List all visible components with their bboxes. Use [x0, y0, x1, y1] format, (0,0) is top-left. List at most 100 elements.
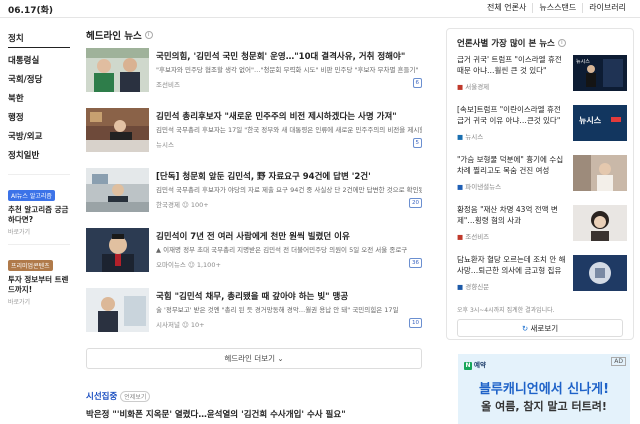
most-viewed-thumbnail[interactable]: 뉴시스	[573, 105, 627, 141]
reaction-count: 100+	[190, 201, 209, 209]
promo-tag: 프리미엄콘텐츠	[8, 260, 53, 271]
most-viewed-source-name[interactable]: 파이낸셜뉴스	[465, 183, 501, 191]
most-viewed-source[interactable]: ■ 서울경제	[457, 81, 489, 91]
news-summary: "후보자와 민주당 협조할 생각 없어"…"청문회 무력화 시도" 비판 민주당…	[156, 66, 419, 74]
news-thumbnail[interactable]	[86, 48, 149, 92]
news-title[interactable]: 김민석 총리후보자 "새로운 민주주의 비전 제시하겠다는 사명 가져"	[156, 110, 422, 122]
focus-section-title: 시선집중 언제보기	[86, 390, 151, 402]
reaction-icon: ☺	[182, 201, 189, 209]
all-press-link[interactable]: 전체 언론사	[481, 3, 532, 13]
focus-news-title[interactable]: 박은정 "'비화폰 지옥문' 열렸다…윤석열의 '김건희 수사개입' 수사 필요…	[86, 408, 346, 420]
nav-item-general[interactable]: 정치일반	[8, 147, 70, 166]
most-viewed-thumbnail[interactable]	[573, 255, 627, 291]
focus-badge[interactable]: 언제보기	[120, 391, 151, 402]
news-item[interactable]: 국힘 "김민석 채무, 총리됐을 때 갚아야 하는 빚" 맹공 술 '정무보고'…	[86, 288, 422, 334]
nav-item-assembly[interactable]: 국회/정당	[8, 71, 70, 90]
most-viewed-item[interactable]: "가슴 보형물 덕분에" 흉기에 수십 차례 찔리고도 목숨 건진 여성 ■ 파…	[457, 155, 627, 195]
info-icon[interactable]: i	[557, 39, 566, 47]
library-link[interactable]: 라이브러리	[582, 3, 632, 13]
most-viewed-headline[interactable]: "가슴 보형물 덕분에" 흉기에 수십 차례 찔리고도 목숨 건진 여성	[457, 155, 567, 176]
reaction-icon: ☺	[182, 321, 189, 329]
most-viewed-headline[interactable]: [속보]트럼프 "이란이스라엘 휴전 급거 귀국 이유 아냐…큰것 있다"	[457, 105, 567, 126]
news-title[interactable]: [단독] 청문회 앞둔 김민석, 野 자료요구 94건에 답변 '2건'	[156, 170, 422, 182]
headline-title: 헤드라인 뉴스 i	[86, 28, 422, 42]
headline-more-button[interactable]: 헤드라인 더보기 ⌄	[86, 348, 422, 369]
most-viewed-item[interactable]: 황정음 "재산 차명 43억 전액 변제"…횡령 혐의 사과 ■ 조선비즈	[457, 205, 627, 245]
news-source[interactable]: 조선비즈	[156, 79, 180, 89]
most-viewed-source[interactable]: ■ 조선비즈	[457, 231, 489, 241]
news-summary: 김민석 국무총리 후보자는 17일 "한국 정부와 새 대통령은 인류에 새로운…	[156, 126, 422, 134]
press-logo-icon: ■	[457, 183, 464, 191]
most-viewed-source[interactable]: ■ 경향신문	[457, 281, 489, 291]
reaction-count: 10+	[190, 321, 205, 329]
thumb-caption: 뉴시스	[576, 59, 590, 65]
headline-more-label: 헤드라인 더보기	[224, 354, 275, 363]
most-viewed-source[interactable]: ■ 파이낸셜뉴스	[457, 181, 501, 191]
news-title[interactable]: 김민석이 7년 전 여러 사람에게 천만 원씩 빌렸던 이유	[156, 230, 422, 242]
nav-item-politics[interactable]: 정치	[8, 30, 70, 48]
news-title[interactable]: 국힘 "김민석 채무, 총리됐을 때 갚아야 하는 빚" 맹공	[156, 290, 422, 302]
newsstand-link[interactable]: 뉴스스탠드	[532, 3, 582, 13]
most-viewed-item[interactable]: 급거 귀국' 트럼프 "이스라엘 휴전 때문 아냐…훨씬 큰 것 있다" ■ 서…	[457, 55, 627, 95]
most-viewed-source-name[interactable]: 조선비즈	[465, 233, 489, 241]
promo-title: 추천 알고리즘 궁금하다면?	[8, 205, 69, 224]
most-viewed-item[interactable]: 담뇨환자 혈당 오르는데 조치 안 해 사망…퇴근한 의사에 금고형 집유 ■ …	[457, 255, 627, 295]
promo-link[interactable]: 바로가기	[8, 297, 70, 306]
focus-title-text: 시선집중	[86, 392, 118, 402]
related-count-badge[interactable]: 20	[409, 198, 422, 208]
promo-link[interactable]: 바로가기	[8, 227, 70, 236]
news-item[interactable]: 김민석이 7년 전 여러 사람에게 천만 원씩 빌렸던 이유 ▲ 이재명 정부 …	[86, 228, 422, 274]
related-count-badge[interactable]: 10	[409, 318, 422, 328]
news-thumbnail[interactable]	[86, 168, 149, 212]
news-thumbnail[interactable]	[86, 288, 149, 332]
info-icon[interactable]: i	[144, 31, 153, 39]
news-summary: 술 '정무보고' 받은 것엔 "총리 된 듯 경거망동해 경악…월권 용납 안 …	[156, 306, 399, 314]
related-count-badge[interactable]: 6	[412, 78, 422, 88]
news-source[interactable]: 한국경제 ☺ 100+	[156, 199, 209, 209]
related-count-badge[interactable]: 36	[409, 258, 422, 268]
news-item[interactable]: 김민석 총리후보자 "새로운 민주주의 비전 제시하겠다는 사명 가져" 김민석…	[86, 108, 422, 154]
nav-item-administration[interactable]: 행정	[8, 109, 70, 128]
related-count-badge[interactable]: 5	[412, 138, 422, 148]
news-item[interactable]: 국민의힘, '김민석 국민 청문회' 운영…"10대 결격사유, 거취 정해야"…	[86, 48, 422, 94]
news-source[interactable]: 뉴시스	[156, 139, 174, 149]
news-source-name[interactable]: 시사저널	[156, 321, 180, 329]
news-source-name[interactable]: 한국경제	[156, 201, 180, 209]
news-source[interactable]: 시사저널 ☺ 10+	[156, 319, 205, 329]
most-viewed-thumbnail[interactable]: 뉴시스	[573, 55, 627, 91]
promo-premium[interactable]: 프리미엄콘텐츠 투자 정보부터 트렌드까지! 바로가기	[8, 244, 70, 306]
ad-tag[interactable]: AD	[611, 357, 626, 366]
most-viewed-source-name[interactable]: 서울경제	[465, 83, 489, 91]
most-viewed-source-name[interactable]: 뉴시스	[465, 133, 483, 141]
refresh-label: 새로보기	[530, 324, 559, 333]
press-logo-icon: ■	[457, 133, 464, 141]
category-nav: 정치 대통령실 국회/정당 북한 행정 국방/외교 정치일반 AI뉴스 알고리즘…	[8, 30, 70, 306]
top-bar: 06.17(화) 전체 언론사 뉴스스탠드 라이브러리	[0, 0, 640, 18]
news-source-name[interactable]: 오마이뉴스	[156, 261, 186, 269]
most-viewed-panel: 언론사별 가장 많이 본 뉴스 i 급거 귀국' 트럼프 "이스라엘 휴전 때문 …	[446, 28, 634, 340]
nav-item-president-office[interactable]: 대통령실	[8, 52, 70, 71]
date-label: 06.17(화)	[8, 6, 53, 16]
news-title[interactable]: 국민의힘, '김민석 국민 청문회' 운영…"10대 결격사유, 거취 정해야"	[156, 50, 422, 62]
promo-algorithm[interactable]: AI뉴스 알고리즘 추천 알고리즘 궁금하다면? 바로가기	[8, 174, 70, 236]
most-viewed-item[interactable]: [속보]트럼프 "이란이스라엘 휴전 급거 귀국 이유 아냐…큰것 있다" ■ …	[457, 105, 627, 145]
news-thumbnail[interactable]	[86, 108, 149, 152]
ad-brand-text: 예약	[474, 361, 486, 369]
most-viewed-thumbnail[interactable]	[573, 205, 627, 241]
nav-item-north-korea[interactable]: 북한	[8, 90, 70, 109]
news-item[interactable]: [단독] 청문회 앞둔 김민석, 野 자료요구 94건에 답변 '2건' 김민석…	[86, 168, 422, 214]
press-logo-icon: ■	[457, 283, 464, 291]
news-thumbnail[interactable]	[86, 228, 149, 272]
most-viewed-headline[interactable]: 황정음 "재산 차명 43억 전액 변제"…횡령 혐의 사과	[457, 205, 567, 226]
nav-item-defense[interactable]: 국방/외교	[8, 128, 70, 147]
most-viewed-headline[interactable]: 담뇨환자 혈당 오르는데 조치 안 해 사망…퇴근한 의사에 금고형 집유	[457, 255, 567, 276]
most-viewed-thumbnail[interactable]	[573, 155, 627, 191]
ad-brand: N 예약	[464, 359, 486, 370]
most-viewed-source[interactable]: ■ 뉴시스	[457, 131, 483, 141]
news-summary: ▲ 이재명 정부 초대 국무총리 지명받은 김민석 전 더불어민주당 의원이 5…	[156, 246, 408, 254]
advertisement-banner[interactable]: N 예약 AD 블루캐니언에서 신나게! 올 여름, 참지 말고 터트려!	[458, 354, 630, 424]
most-viewed-source-name[interactable]: 경향신문	[465, 283, 489, 291]
refresh-button[interactable]: ↻ 새로보기	[457, 319, 623, 337]
most-viewed-headline[interactable]: 급거 귀국' 트럼프 "이스라엘 휴전 때문 아냐…훨씬 큰 것 있다"	[457, 55, 567, 76]
news-source[interactable]: 오마이뉴스 ☺ 1,100+	[156, 259, 221, 269]
